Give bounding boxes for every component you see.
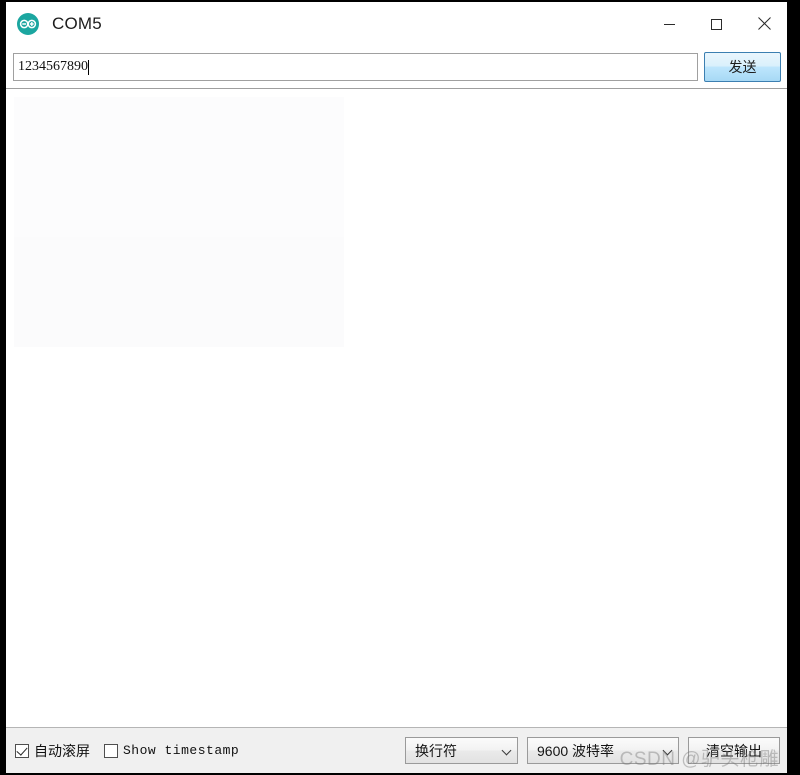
- send-button[interactable]: 发送: [704, 52, 781, 82]
- title-bar: COM5: [6, 2, 787, 46]
- arduino-logo-icon: [17, 13, 39, 35]
- close-button[interactable]: [740, 2, 787, 46]
- autoscroll-checkbox[interactable]: 自动滚屏: [15, 741, 90, 761]
- send-input-value: 1234567890: [18, 59, 88, 74]
- serial-output-area[interactable]: [6, 89, 787, 727]
- minimize-icon: [664, 23, 675, 25]
- maximize-icon: [711, 18, 722, 30]
- autoscroll-checkbox-box: [15, 743, 29, 758]
- close-icon: [757, 17, 771, 31]
- chevron-down-icon: [503, 747, 511, 755]
- chevron-down-icon: [664, 747, 672, 755]
- send-input[interactable]: 1234567890: [13, 53, 698, 81]
- line-ending-value: 换行符: [415, 742, 457, 759]
- show-timestamp-checkbox[interactable]: Show timestamp: [104, 743, 239, 758]
- window-controls: [646, 2, 787, 46]
- text-caret: [88, 59, 89, 75]
- baud-rate-value: 9600 波特率: [537, 742, 615, 759]
- clear-output-label: 清空输出: [706, 742, 762, 759]
- line-ending-select[interactable]: 换行符: [405, 737, 518, 764]
- serial-monitor-window: COM5 1234567890 发送 自动滚屏 Show timestamp 换…: [6, 2, 787, 773]
- baud-rate-select[interactable]: 9600 波特率: [527, 737, 679, 764]
- minimize-button[interactable]: [646, 2, 693, 46]
- maximize-button[interactable]: [693, 2, 740, 46]
- line-ending-arrow: [497, 738, 517, 763]
- clear-output-button[interactable]: 清空输出: [688, 737, 780, 764]
- show-timestamp-label: Show timestamp: [123, 743, 240, 758]
- send-button-label: 发送: [728, 58, 757, 75]
- bottom-toolbar: 自动滚屏 Show timestamp 换行符 9600 波特率 清空输出 CS…: [6, 727, 787, 773]
- output-haze-lower: [14, 237, 344, 347]
- window-title: COM5: [52, 14, 102, 33]
- baud-rate-arrow: [658, 738, 678, 763]
- send-row: 1234567890 发送: [6, 46, 787, 88]
- autoscroll-label: 自动滚屏: [34, 742, 90, 759]
- show-timestamp-checkbox-box: [104, 743, 118, 758]
